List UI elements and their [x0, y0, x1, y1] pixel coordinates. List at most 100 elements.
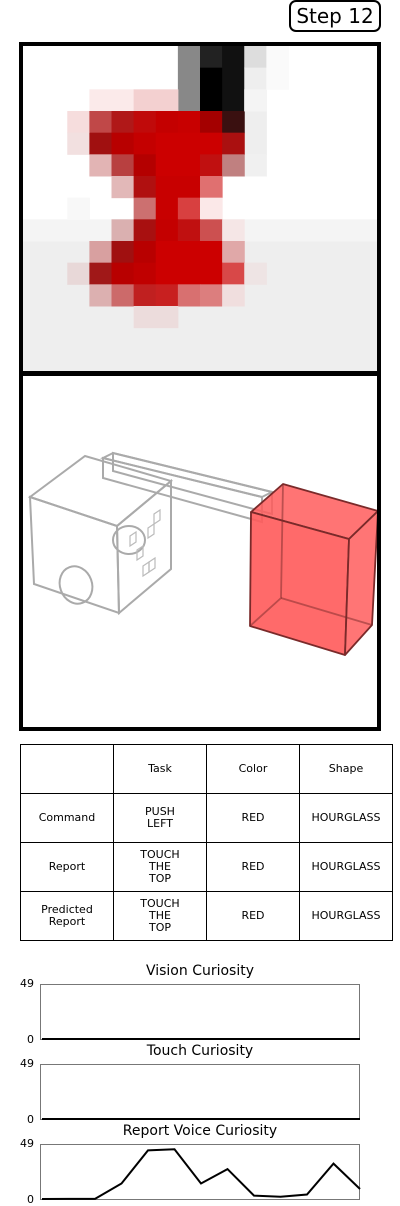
report-voice-curiosity-chart	[40, 1144, 361, 1200]
vision-pixel	[67, 262, 90, 285]
vision-pixel	[67, 197, 90, 220]
shape-cell: HOURGLASS	[299, 793, 393, 843]
y-tick-min: 0	[27, 1113, 34, 1126]
task-cell: TOUCH THE TOP	[113, 891, 207, 941]
vision-pixel	[155, 132, 223, 155]
vision-pixel	[111, 154, 135, 177]
scene-3d-render	[27, 451, 377, 656]
vision-curiosity-chart	[40, 984, 360, 1040]
series-line	[41, 1148, 361, 1200]
vision-pixel-image	[23, 46, 377, 371]
vision-pixel	[244, 262, 267, 285]
table-row: Command PUSH LEFT RED HOURGLASS	[20, 793, 393, 843]
vision-curiosity-plot	[42, 1038, 360, 1040]
touch-curiosity-plot	[42, 1118, 360, 1120]
vision-pixel	[133, 241, 157, 264]
vision-curiosity-title: Vision Curiosity	[145, 963, 255, 979]
vision-pixel	[67, 111, 90, 134]
vision-pixel	[222, 132, 245, 155]
vision-pixel	[155, 262, 223, 285]
vision-pixel	[133, 111, 157, 134]
vision-pixel	[111, 262, 135, 285]
task-cell: PUSH LEFT	[113, 793, 207, 843]
color-cell: RED	[206, 793, 300, 843]
color-cell: RED	[206, 842, 300, 892]
vision-pixel	[222, 154, 245, 177]
vision-pixel	[133, 176, 157, 199]
vision-pixel	[200, 154, 223, 177]
vision-pixel	[200, 284, 223, 307]
vision-pixel	[133, 306, 179, 329]
table-header-cell: Shape	[299, 744, 393, 794]
vision-pixel	[155, 197, 179, 220]
table-row: Report TOUCH THE TOP RED HOURGLASS	[20, 842, 393, 892]
vision-pixel	[177, 219, 201, 242]
vision-pixel	[222, 111, 245, 134]
y-tick-max: 49	[20, 1057, 34, 1070]
vision-pixel	[155, 154, 201, 177]
vision-pixel	[133, 132, 157, 155]
vision-pixel	[133, 89, 179, 112]
vision-pixel	[155, 219, 179, 242]
vision-pixel	[155, 284, 179, 307]
report-voice-curiosity-plot	[41, 1148, 361, 1200]
vision-pixel	[89, 132, 113, 155]
red-hourglass-object	[249, 483, 377, 656]
vision-pixel	[133, 262, 157, 285]
table-header-cell: Color	[206, 744, 300, 794]
vision-pixel	[200, 197, 223, 220]
vision-pixel	[155, 111, 179, 134]
vision-pixel	[89, 89, 135, 112]
vision-pixel	[67, 132, 90, 155]
vision-pixel	[133, 284, 157, 307]
vision-pixel	[111, 219, 135, 242]
vision-pixel	[177, 284, 201, 307]
shape-cell: HOURGLASS	[299, 842, 393, 892]
vision-pixel	[244, 89, 267, 112]
table-row: Predicted Report TOUCH THE TOP RED HOURGLAS…	[20, 891, 393, 941]
row-label: Predicted Report	[20, 891, 114, 941]
scene-3d-panel	[19, 372, 381, 731]
vision-pixel	[200, 219, 223, 242]
vision-pixel	[89, 111, 113, 134]
vision-pixel	[111, 176, 135, 199]
row-label: Command	[20, 793, 114, 843]
shape-cell: HOURGLASS	[299, 891, 393, 941]
vision-pixel	[200, 46, 223, 69]
y-tick-max: 49	[20, 977, 34, 990]
vision-pixel	[155, 176, 201, 199]
vision-pixel	[222, 241, 245, 264]
row-label: Report	[20, 842, 114, 892]
y-tick-min: 0	[27, 1193, 34, 1206]
vision-pixel	[222, 284, 245, 307]
vision-pixel-panel	[19, 42, 381, 375]
vision-pixel	[89, 262, 113, 285]
vision-pixel	[111, 241, 135, 264]
step-badge: Step 12	[289, 0, 381, 32]
vision-pixel	[266, 46, 290, 90]
y-tick-max: 49	[20, 1137, 34, 1150]
vision-pixel	[177, 197, 201, 220]
vision-pixel	[111, 111, 135, 134]
vision-pixel	[177, 111, 201, 134]
vision-pixel	[222, 262, 245, 285]
vision-pixel	[89, 241, 113, 264]
y-tick-min: 0	[27, 1033, 34, 1046]
vision-pixel	[111, 284, 135, 307]
vision-pixel	[222, 219, 245, 242]
vision-pixel	[111, 132, 135, 155]
task-cell: TOUCH THE TOP	[113, 842, 207, 892]
report-table: Task Color Shape Command PUSH LEFT RED HO…	[20, 744, 393, 941]
vision-pixel	[244, 154, 267, 177]
vision-pixel	[244, 46, 267, 69]
vision-pixel	[200, 67, 223, 112]
color-cell: RED	[206, 891, 300, 941]
table-header-row: Task Color Shape	[20, 744, 393, 794]
vision-pixel	[200, 111, 223, 134]
touch-curiosity-chart	[40, 1064, 360, 1120]
vision-pixel	[89, 284, 113, 307]
touch-curiosity-title: Touch Curiosity	[146, 1043, 254, 1059]
vision-pixel	[89, 154, 113, 177]
report-voice-curiosity-title: Report Voice Curiosity	[122, 1123, 278, 1139]
vision-pixel	[133, 154, 157, 177]
